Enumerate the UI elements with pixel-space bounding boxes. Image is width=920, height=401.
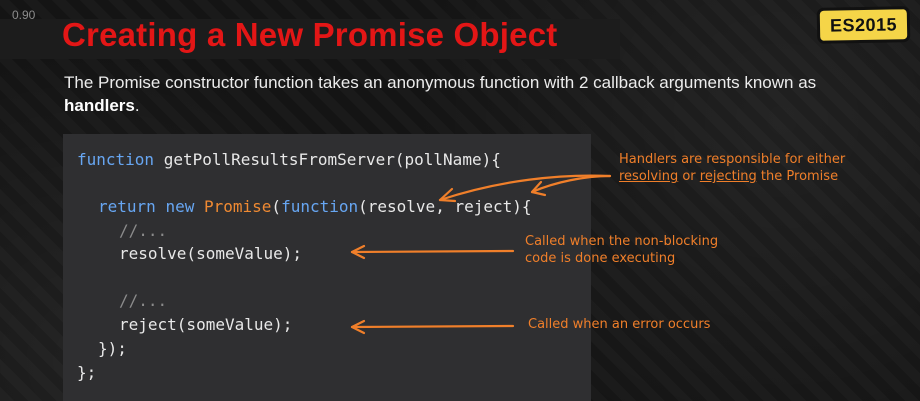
arrow-to-reject-call: [350, 324, 515, 329]
arrow-to-resolve-param: [438, 174, 612, 202]
arrow-to-resolve-call: [350, 249, 515, 254]
annotation-arrows: [350, 174, 612, 335]
